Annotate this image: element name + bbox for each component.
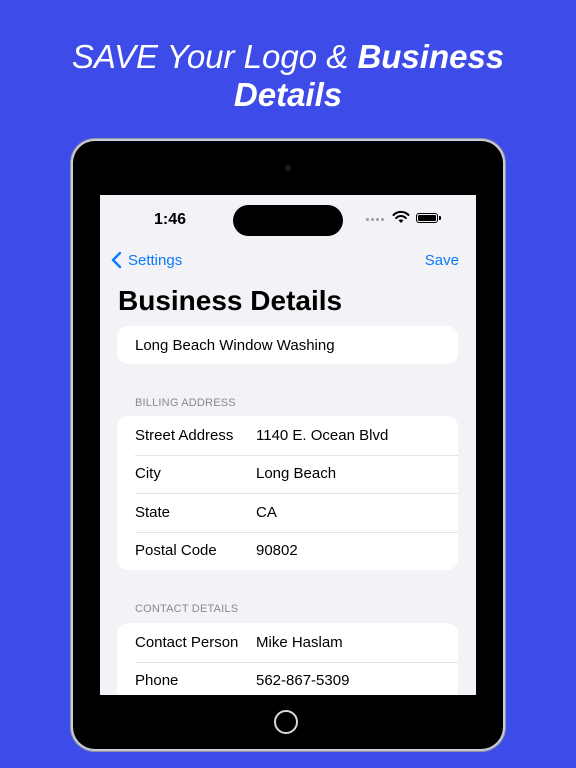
phone-row[interactable]: Phone 562-867-5309 bbox=[117, 661, 458, 696]
phone-label: Phone bbox=[135, 672, 179, 690]
headline-line-2: Details bbox=[233, 76, 343, 113]
city-label: City bbox=[135, 465, 161, 483]
state-label: State bbox=[135, 503, 171, 521]
street-address-value: 1140 E. Ocean Blvd bbox=[256, 426, 389, 444]
battery-icon bbox=[416, 213, 438, 223]
cellular-signal-icon bbox=[366, 218, 384, 221]
contact-details-card: Contact Person Mike Haslam Phone 562-867… bbox=[117, 623, 458, 695]
postal-code-row[interactable]: Postal Code 90802 bbox=[117, 531, 458, 571]
back-button-label: Settings bbox=[128, 251, 183, 269]
battery-tip bbox=[439, 216, 441, 220]
wifi-icon bbox=[392, 210, 410, 223]
front-camera bbox=[285, 165, 291, 171]
postal-code-label: Postal Code bbox=[135, 542, 217, 560]
home-button[interactable] bbox=[274, 710, 298, 734]
contact-details-header: CONTACT DETAILS bbox=[135, 603, 239, 615]
city-value: Long Beach bbox=[256, 465, 337, 483]
dynamic-island bbox=[233, 205, 343, 236]
city-row[interactable]: City Long Beach bbox=[117, 454, 458, 494]
back-button[interactable]: Settings bbox=[110, 250, 182, 270]
status-bar: 1:46 bbox=[100, 195, 476, 245]
phone-value: 562-867-5309 bbox=[256, 672, 350, 690]
state-value: CA bbox=[256, 503, 277, 521]
headline-light-text: SAVE Your Logo & bbox=[71, 38, 358, 75]
contact-person-row[interactable]: Contact Person Mike Haslam bbox=[117, 623, 458, 662]
billing-address-header: BILLING ADDRESS bbox=[135, 397, 236, 409]
street-address-row[interactable]: Street Address 1140 E. Ocean Blvd bbox=[117, 416, 458, 455]
headline-line-1: SAVE Your Logo & Business bbox=[0, 38, 576, 76]
promo-headline: SAVE Your Logo & Business Details bbox=[0, 38, 576, 114]
chevron-left-icon bbox=[111, 251, 122, 269]
state-row[interactable]: State CA bbox=[117, 493, 458, 532]
app-screen: 1:46 Settings Save Business Details Long… bbox=[100, 195, 476, 695]
contact-person-value: Mike Haslam bbox=[256, 633, 343, 651]
save-button[interactable]: Save bbox=[425, 252, 459, 269]
ipad-frame: 1:46 Settings Save Business Details Long… bbox=[73, 141, 503, 749]
billing-address-card: Street Address 1140 E. Ocean Blvd City L… bbox=[117, 416, 458, 570]
business-name-value: Long Beach Window Washing bbox=[135, 337, 335, 354]
status-time: 1:46 bbox=[154, 211, 187, 228]
postal-code-value: 90802 bbox=[256, 542, 298, 560]
page-title: Business Details bbox=[118, 285, 343, 316]
business-name-field[interactable]: Long Beach Window Washing bbox=[117, 326, 458, 364]
headline-bold-text: Business bbox=[357, 38, 505, 75]
street-address-label: Street Address bbox=[135, 426, 234, 444]
contact-person-label: Contact Person bbox=[135, 633, 239, 651]
